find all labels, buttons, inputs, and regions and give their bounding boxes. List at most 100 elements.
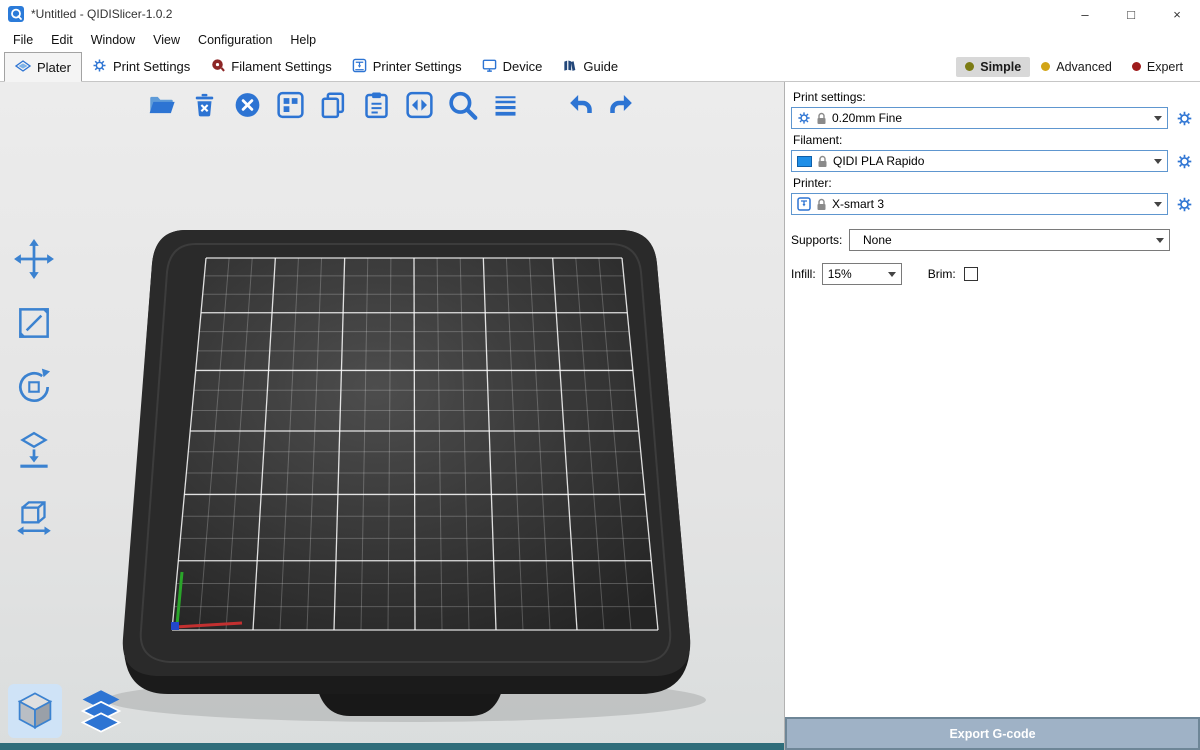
- open-button[interactable]: [145, 88, 179, 122]
- paste-button[interactable]: [360, 88, 394, 122]
- printer-combo[interactable]: X-smart 3: [791, 193, 1168, 215]
- window-controls: – □ ×: [1062, 0, 1200, 28]
- clone-button[interactable]: [403, 88, 437, 122]
- tabbar: Plater Print Settings Filament Settings …: [0, 52, 1200, 82]
- infill-value: 15%: [828, 267, 852, 281]
- delete-all-button[interactable]: [231, 88, 265, 122]
- filament-label: Filament:: [793, 133, 1194, 147]
- move-tool-button[interactable]: [8, 237, 60, 281]
- infill-label: Infill:: [791, 267, 816, 281]
- tab-device[interactable]: Device: [472, 52, 553, 81]
- printer-gear-button[interactable]: [1174, 193, 1194, 215]
- trash-icon: [191, 91, 219, 119]
- close-button[interactable]: ×: [1154, 0, 1200, 28]
- menu-file[interactable]: File: [4, 30, 42, 50]
- supports-value: None: [855, 233, 892, 247]
- menu-view[interactable]: View: [144, 30, 189, 50]
- tab-guide[interactable]: Guide: [552, 52, 628, 81]
- tab-printer-settings-label: Printer Settings: [373, 59, 462, 74]
- maximize-button[interactable]: □: [1108, 0, 1154, 28]
- chevron-down-icon: [1154, 202, 1162, 207]
- supports-combo[interactable]: None: [849, 229, 1170, 251]
- redo-button[interactable]: [606, 88, 640, 122]
- menu-help[interactable]: Help: [281, 30, 325, 50]
- app-logo-icon: [8, 6, 24, 22]
- chevron-down-icon: [1156, 238, 1164, 243]
- viewport-bottom-strip: [0, 743, 784, 750]
- plater-icon: [15, 58, 31, 77]
- place-on-face-icon: [13, 430, 55, 472]
- filament-value: QIDI PLA Rapido: [833, 154, 924, 168]
- gizmo-toolbar: [8, 237, 60, 537]
- print-settings-combo[interactable]: 0.20mm Fine: [791, 107, 1168, 129]
- tab-print-settings[interactable]: Print Settings: [82, 52, 200, 81]
- measure-tool-button[interactable]: [8, 493, 60, 537]
- filament-gear-button[interactable]: [1174, 150, 1194, 172]
- device-icon: [482, 58, 497, 76]
- print-bed[interactable]: [0, 82, 785, 750]
- lock-icon: [817, 155, 828, 168]
- search-icon: [446, 88, 480, 122]
- lock-icon: [816, 198, 827, 211]
- printer-label: Printer:: [793, 176, 1194, 190]
- scale-tool-button[interactable]: [8, 301, 60, 345]
- tab-filament-settings[interactable]: Filament Settings: [200, 52, 341, 81]
- tab-printer-settings[interactable]: Printer Settings: [342, 52, 472, 81]
- export-bar: Export G-code: [785, 717, 1200, 750]
- rotate-icon: [13, 366, 55, 408]
- lock-icon: [816, 112, 827, 125]
- arrange-button[interactable]: [274, 88, 308, 122]
- arrange-icon: [276, 90, 306, 120]
- view-layers-button[interactable]: [74, 684, 128, 738]
- measure-icon: [13, 494, 55, 536]
- 3d-viewport[interactable]: [0, 82, 785, 750]
- copy-button[interactable]: [317, 88, 351, 122]
- menu-configuration[interactable]: Configuration: [189, 30, 281, 50]
- rotate-tool-button[interactable]: [8, 365, 60, 409]
- filament-icon: [210, 58, 225, 76]
- open-folder-icon: [147, 90, 177, 120]
- printer-icon: [352, 58, 367, 76]
- layers-view-icon: [78, 688, 124, 734]
- copy-icon: [319, 90, 349, 120]
- mode-expert[interactable]: Expert: [1123, 57, 1192, 77]
- mode-advanced[interactable]: Advanced: [1032, 57, 1121, 77]
- variable-layer-height-button[interactable]: [489, 88, 523, 122]
- delete-all-icon: [233, 90, 263, 120]
- tab-plater-label: Plater: [37, 60, 71, 75]
- tab-plater[interactable]: Plater: [4, 52, 82, 82]
- tab-filament-settings-label: Filament Settings: [231, 59, 331, 74]
- search-button[interactable]: [446, 88, 480, 122]
- z-axis-indicator: [171, 622, 179, 630]
- chevron-down-icon: [1154, 159, 1162, 164]
- filament-combo[interactable]: QIDI PLA Rapido: [791, 150, 1168, 172]
- qidislicer-window: *Untitled - QIDISlicer-1.0.2 – □ × File …: [0, 0, 1200, 750]
- minimize-button[interactable]: –: [1062, 0, 1108, 28]
- export-gcode-button[interactable]: Export G-code: [787, 719, 1198, 748]
- menu-window[interactable]: Window: [82, 30, 144, 50]
- print-settings-value: 0.20mm Fine: [832, 111, 902, 125]
- filament-color-swatch: [797, 156, 812, 167]
- mode-advanced-label: Advanced: [1056, 60, 1112, 74]
- print-settings-icon: [92, 58, 107, 76]
- mode-selector: Simple Advanced Expert: [956, 52, 1200, 81]
- move-icon: [13, 238, 55, 280]
- expert-mode-dot-icon: [1132, 62, 1141, 71]
- mode-simple[interactable]: Simple: [956, 57, 1030, 77]
- delete-button[interactable]: [188, 88, 222, 122]
- menu-edit[interactable]: Edit: [42, 30, 82, 50]
- printer-icon: [797, 197, 811, 211]
- brim-label: Brim:: [928, 267, 956, 281]
- view-3d-button[interactable]: [8, 684, 62, 738]
- print-settings-gear-button[interactable]: [1174, 107, 1194, 129]
- 3d-view-cube-icon: [13, 689, 57, 733]
- tab-print-settings-label: Print Settings: [113, 59, 190, 74]
- menubar: File Edit Window View Configuration Help: [0, 28, 1200, 52]
- guide-icon: [562, 58, 577, 76]
- brim-checkbox[interactable]: [964, 267, 978, 281]
- infill-combo[interactable]: 15%: [822, 263, 902, 285]
- undo-icon: [564, 89, 596, 121]
- place-on-face-tool-button[interactable]: [8, 429, 60, 473]
- undo-button[interactable]: [563, 88, 597, 122]
- gear-icon: [1176, 110, 1193, 127]
